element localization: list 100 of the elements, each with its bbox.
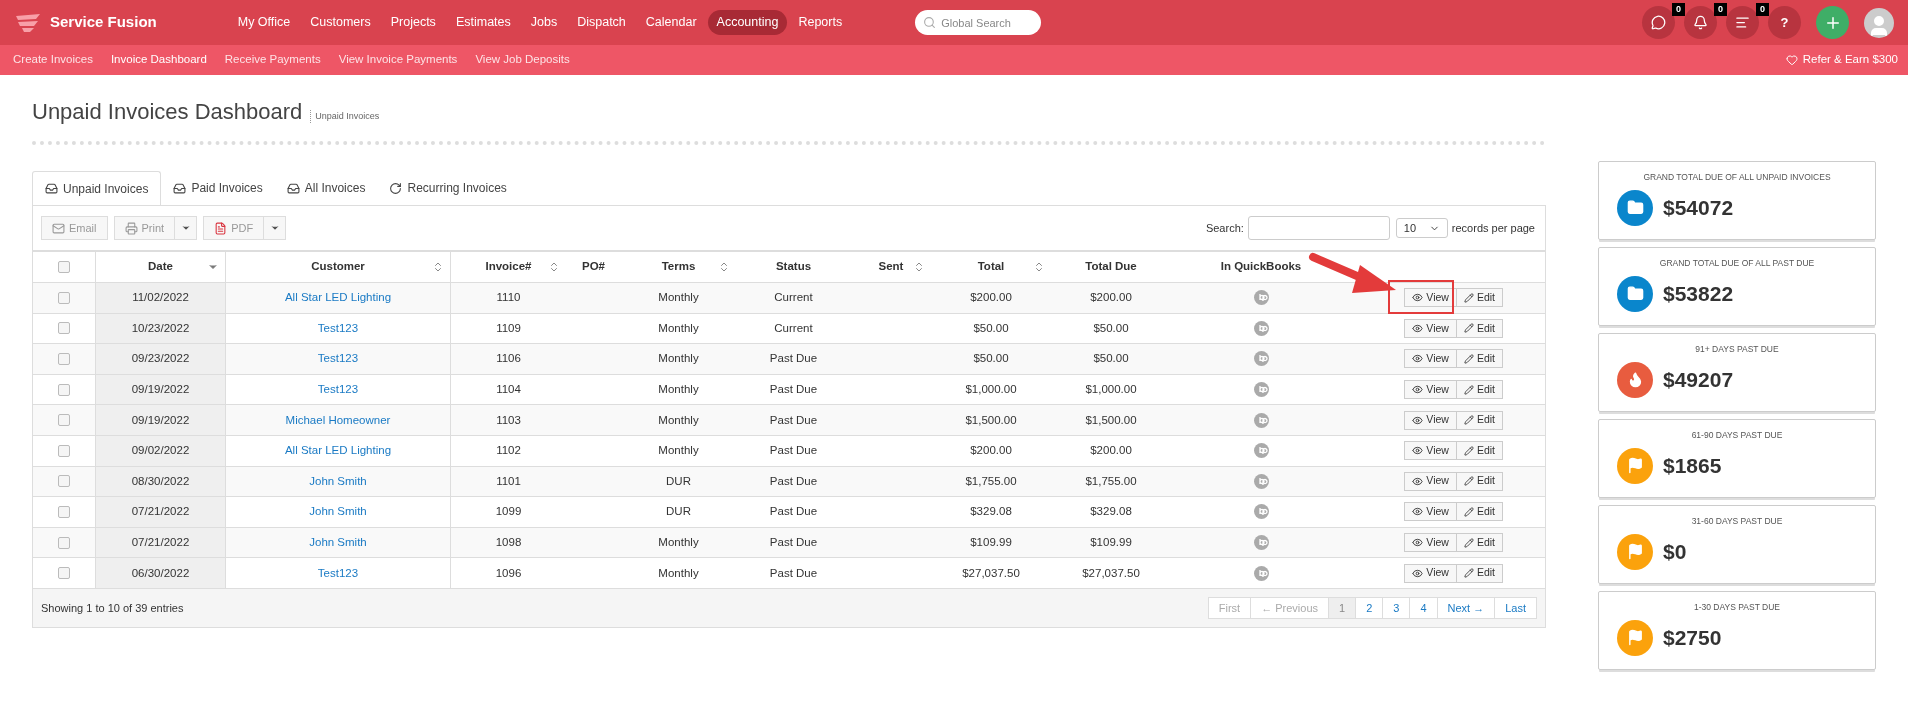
customer-link[interactable]: Test123: [317, 350, 359, 368]
email-button[interactable]: Email: [41, 216, 108, 240]
customer-link[interactable]: Test123: [317, 319, 359, 337]
nav-item[interactable]: Projects: [381, 10, 445, 35]
customer-link[interactable]: Michael Homeowner: [285, 411, 391, 429]
pagination-button[interactable]: 4: [1409, 596, 1438, 619]
pagination-button[interactable]: 2: [1355, 596, 1384, 619]
page-size-select[interactable]: 10: [1395, 218, 1448, 238]
nav-item[interactable]: My Office: [228, 10, 300, 35]
row-checkbox[interactable]: [58, 475, 70, 488]
sub-nav-item[interactable]: View Job Deposits: [466, 51, 579, 69]
pencil-icon: [1463, 476, 1474, 487]
total-due-cell-text: $200.00: [1090, 290, 1132, 306]
view-button[interactable]: View: [1404, 410, 1457, 430]
help-button[interactable]: ?: [1768, 6, 1801, 39]
edit-button[interactable]: Edit: [1456, 502, 1503, 522]
view-button[interactable]: View: [1404, 318, 1457, 338]
refer-link[interactable]: Refer & Earn $300: [1785, 51, 1904, 69]
sub-nav-item[interactable]: View Invoice Payments: [329, 51, 467, 69]
tab[interactable]: All Invoices: [274, 171, 378, 205]
sort-icon[interactable]: [432, 261, 444, 273]
chat-button[interactable]: [1642, 6, 1675, 39]
dropdown-button[interactable]: [175, 216, 198, 240]
row-checkbox[interactable]: [58, 567, 70, 580]
print-button[interactable]: Print: [113, 216, 176, 240]
customer-link[interactable]: John Smith: [309, 472, 367, 490]
quickbooks-icon: [1253, 473, 1269, 489]
customer-link[interactable]: John Smith: [309, 533, 367, 552]
add-button[interactable]: [1816, 6, 1849, 39]
view-button[interactable]: View: [1404, 349, 1457, 369]
sort-icon[interactable]: [913, 261, 925, 273]
list-button[interactable]: [1726, 6, 1759, 39]
edit-button[interactable]: Edit: [1456, 349, 1503, 369]
customer-link[interactable]: All Star LED Lighting: [284, 442, 392, 460]
nav-item[interactable]: Customers: [301, 10, 380, 35]
nav-item[interactable]: Accounting: [707, 10, 788, 35]
column-header: Terms: [661, 259, 696, 275]
row-checkbox[interactable]: [58, 505, 70, 518]
date-cell-text: 09/02/2022: [131, 443, 190, 459]
row-checkbox[interactable]: [58, 414, 70, 427]
quickbooks-icon: [1253, 412, 1269, 428]
total-cell-text: $109.99: [970, 534, 1012, 550]
sort-icon[interactable]: [548, 261, 560, 273]
tray-icon: [286, 181, 300, 195]
nav-item[interactable]: Estimates: [446, 10, 520, 35]
tab[interactable]: Recurring Invoices: [377, 171, 519, 205]
view-button[interactable]: View: [1404, 380, 1457, 400]
pagination-button[interactable]: 1: [1328, 596, 1357, 619]
list-icon: [1735, 15, 1750, 30]
nav-item[interactable]: Jobs: [521, 10, 567, 35]
bell-button[interactable]: [1684, 6, 1717, 39]
pagination-button[interactable]: Last: [1494, 596, 1537, 619]
edit-button[interactable]: Edit: [1456, 288, 1503, 308]
notification-badge: 0: [1714, 3, 1727, 16]
view-button[interactable]: View: [1404, 502, 1457, 522]
sort-icon[interactable]: [1033, 261, 1045, 273]
column-header: Total: [977, 259, 1005, 275]
sub-nav-item[interactable]: Invoice Dashboard: [101, 51, 216, 69]
edit-button[interactable]: Edit: [1456, 563, 1503, 583]
select-all-checkbox[interactable]: [58, 261, 70, 273]
row-checkbox[interactable]: [58, 322, 70, 335]
row-checkbox[interactable]: [58, 536, 70, 549]
edit-button[interactable]: Edit: [1456, 410, 1503, 430]
pagination-button[interactable]: Next →: [1436, 596, 1496, 619]
row-checkbox[interactable]: [58, 444, 70, 457]
customer-link[interactable]: All Star LED Lighting: [284, 289, 392, 307]
edit-button[interactable]: Edit: [1456, 471, 1503, 491]
view-button[interactable]: View: [1404, 471, 1457, 491]
customer-link[interactable]: Test123: [317, 564, 359, 582]
avatar[interactable]: [1864, 7, 1894, 38]
nav-item[interactable]: Reports: [789, 10, 852, 35]
pencil-icon: [1463, 384, 1474, 395]
nav-item[interactable]: Calendar: [636, 10, 706, 35]
nav-item[interactable]: Dispatch: [568, 10, 635, 35]
edit-button[interactable]: Edit: [1456, 533, 1503, 553]
global-search-field[interactable]: Global Search: [915, 10, 1042, 36]
edit-button[interactable]: Edit: [1456, 318, 1503, 338]
sub-nav-item[interactable]: Create Invoices: [4, 51, 102, 69]
view-button[interactable]: View: [1404, 533, 1457, 553]
table-search-field[interactable]: [1247, 216, 1390, 240]
pdf-button[interactable]: PDF: [203, 216, 265, 240]
edit-button[interactable]: Edit: [1456, 441, 1503, 461]
view-button[interactable]: View: [1404, 288, 1457, 308]
customer-link[interactable]: Test123: [317, 380, 359, 399]
status-cell-text: Past Due: [769, 504, 818, 520]
row-checkbox[interactable]: [58, 291, 70, 304]
pagination-button[interactable]: 3: [1382, 596, 1411, 619]
dropdown-button[interactable]: [264, 216, 287, 240]
sort-icon[interactable]: [718, 261, 730, 273]
edit-button[interactable]: Edit: [1456, 380, 1503, 400]
tab[interactable]: Unpaid Invoices: [32, 171, 162, 205]
eye-icon: [1412, 537, 1424, 549]
customer-link[interactable]: John Smith: [309, 503, 367, 521]
view-button[interactable]: View: [1404, 441, 1457, 461]
row-checkbox[interactable]: [58, 353, 70, 365]
sub-nav-item[interactable]: Receive Payments: [215, 51, 330, 69]
view-button[interactable]: View: [1404, 563, 1457, 583]
tab[interactable]: Paid Invoices: [161, 171, 275, 205]
total-cell-text: $50.00: [973, 320, 1009, 336]
row-checkbox[interactable]: [58, 383, 70, 396]
